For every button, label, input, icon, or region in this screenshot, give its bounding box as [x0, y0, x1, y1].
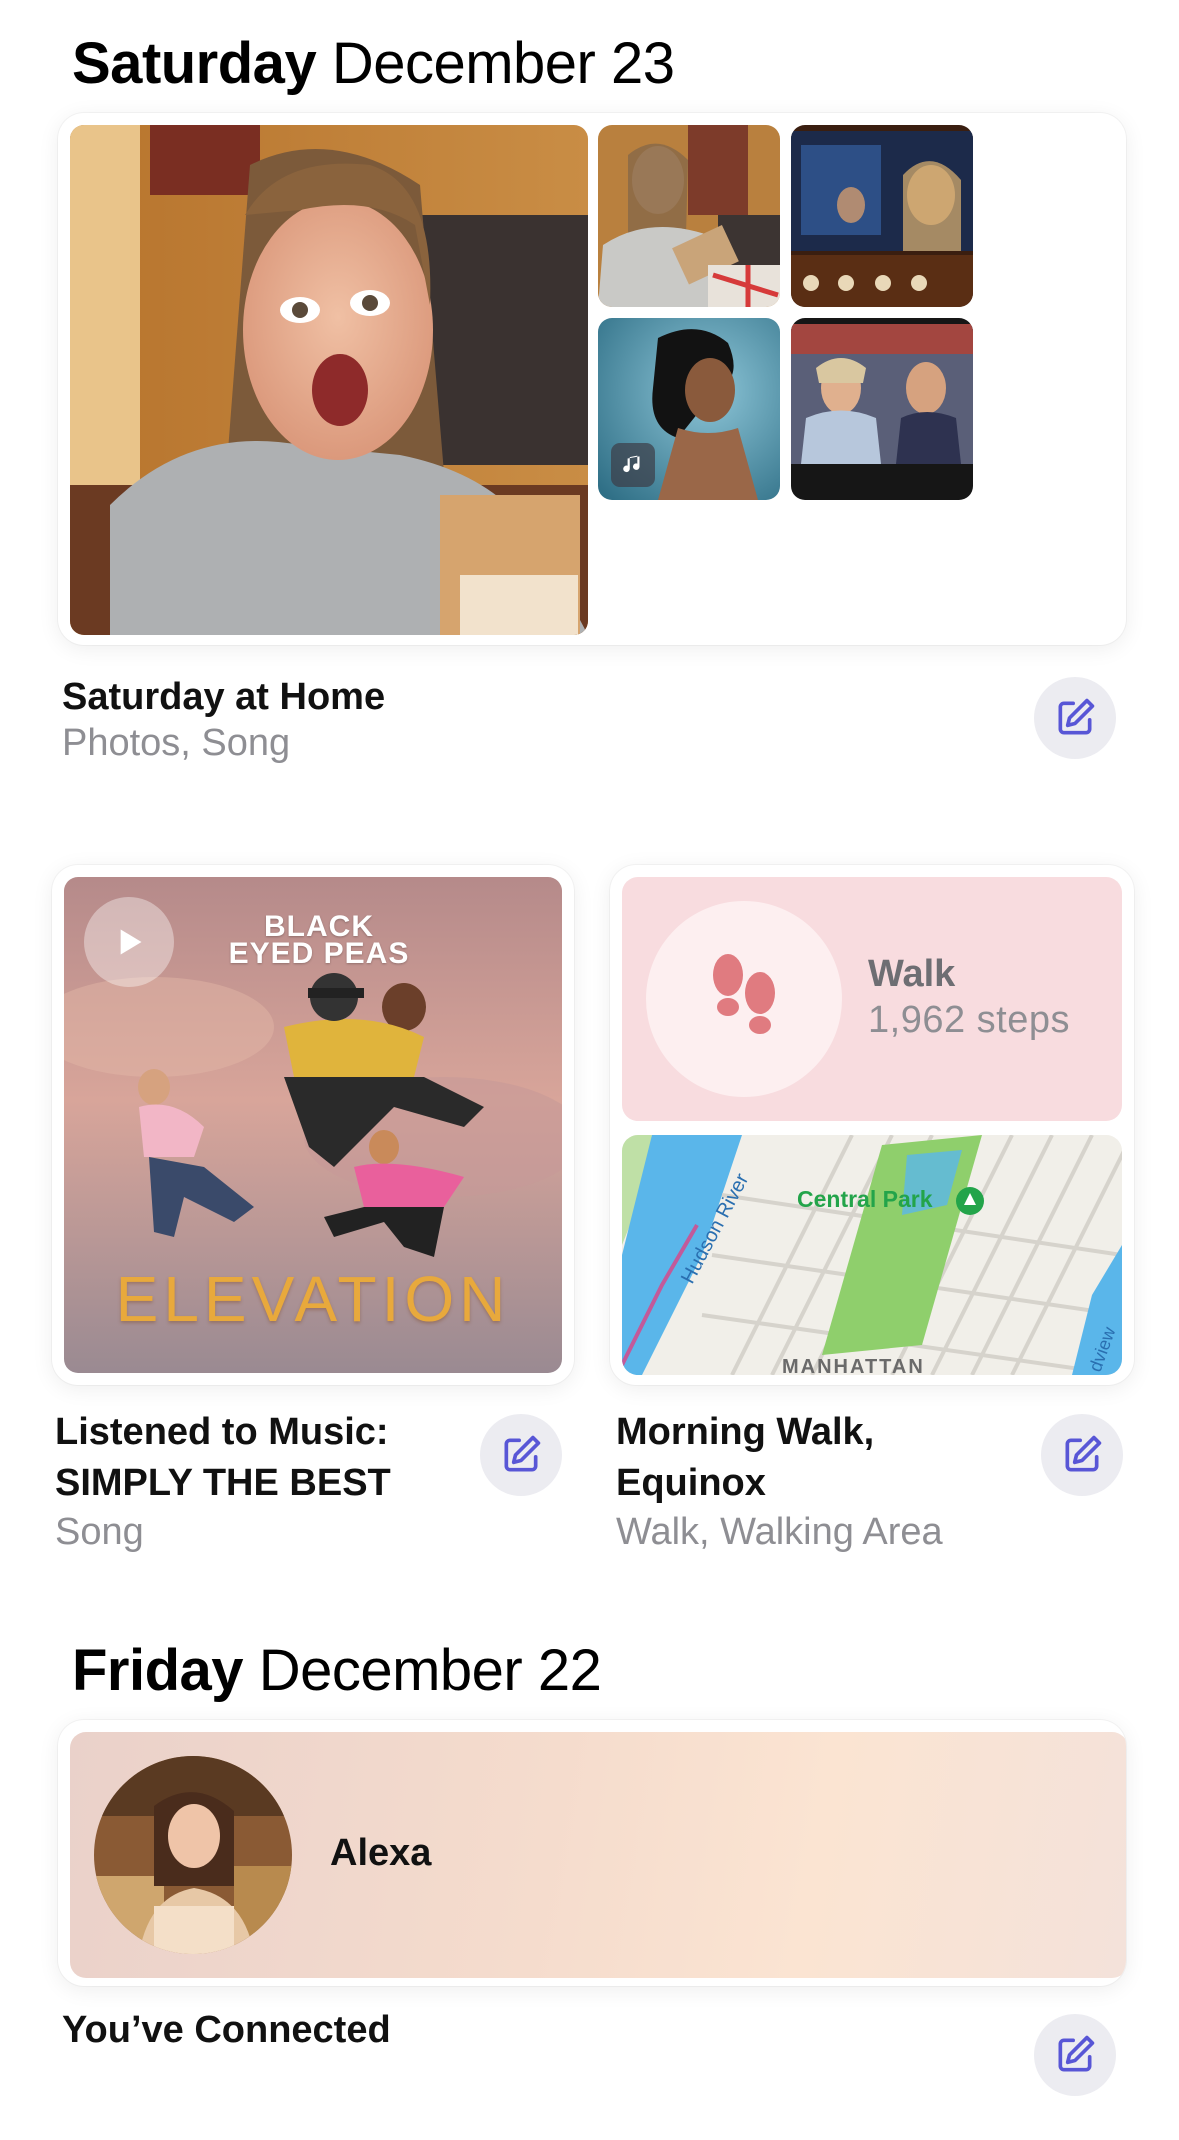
walk-card-subtitle: Walk, Walking Area: [616, 1511, 943, 1553]
connect-card[interactable]: Alexa: [58, 1720, 1126, 1986]
walk-card-title-line1: Morning Walk,: [616, 1411, 875, 1453]
play-button[interactable]: [84, 897, 174, 987]
edit-button-music[interactable]: [480, 1414, 562, 1496]
walk-map[interactable]: Central Park Hudson River MANHATTAN dvie…: [622, 1135, 1122, 1375]
day-date: December 23: [331, 31, 675, 96]
day-header-saturday: Saturday December 23: [72, 30, 675, 97]
photo-song-artwork[interactable]: [598, 318, 780, 500]
music-card[interactable]: BLACK EYED PEAS ELEVATION: [52, 865, 574, 1385]
walk-summary: Walk 1,962 steps: [622, 877, 1122, 1121]
park-label: Central Park: [797, 1186, 933, 1212]
day-of-week: Saturday: [72, 31, 317, 96]
home-card-title: Saturday at Home: [62, 676, 386, 718]
album-artist-art: BLACK EYED PEAS: [228, 910, 410, 970]
edit-button-walk[interactable]: [1041, 1414, 1123, 1496]
walk-circle: [646, 901, 842, 1097]
footprints-icon: [713, 954, 775, 1034]
contact-name: Alexa: [330, 1832, 432, 1874]
music-note-icon: [611, 443, 655, 487]
edit-icon: [504, 1435, 541, 1472]
day-header-friday: Friday December 22: [72, 1637, 602, 1704]
music-card-subtitle: Song: [55, 1511, 144, 1553]
edit-icon: [1065, 1435, 1102, 1472]
photo-tv-scene-1[interactable]: [791, 125, 973, 307]
walk-card[interactable]: Walk 1,962 steps Central Park Hudson Riv…: [610, 865, 1134, 1385]
photo-opening-gift[interactable]: [598, 125, 780, 307]
play-icon: [120, 929, 142, 955]
edit-icon: [1058, 2035, 1095, 2072]
album-title-art: ELEVATION: [115, 1263, 511, 1335]
avatar[interactable]: [94, 1756, 292, 1954]
photo-tv-scene-2[interactable]: [791, 318, 973, 500]
album-artwork[interactable]: BLACK EYED PEAS ELEVATION: [64, 877, 562, 1373]
connect-banner: Alexa: [70, 1732, 1126, 1978]
edit-button-home[interactable]: [1034, 677, 1116, 759]
walk-activity-label: Walk: [868, 953, 956, 995]
area-label: MANHATTAN: [782, 1356, 925, 1375]
music-card-title-line1: Listened to Music:: [55, 1411, 389, 1453]
day-of-week: Friday: [72, 1638, 244, 1703]
day-date: December 22: [258, 1638, 602, 1703]
photo-collage-card[interactable]: [58, 113, 1126, 645]
home-card-subtitle: Photos, Song: [62, 722, 291, 764]
edit-button-connect[interactable]: [1034, 2014, 1116, 2096]
walk-card-title-line2: Equinox: [616, 1462, 766, 1504]
connect-card-title: You’ve Connected: [62, 2009, 391, 2051]
edit-icon: [1058, 698, 1095, 735]
music-card-title-line2: SIMPLY THE BEST: [55, 1462, 391, 1504]
walk-steps-count: 1,962 steps: [868, 999, 1070, 1041]
photo-surprised-woman[interactable]: [70, 125, 588, 635]
